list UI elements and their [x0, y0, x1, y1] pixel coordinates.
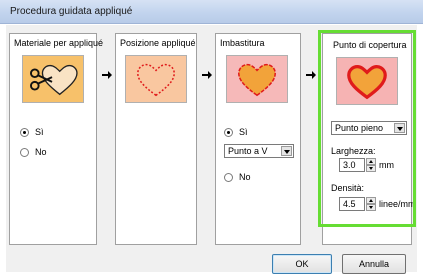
- arrow-right-icon: [306, 71, 316, 79]
- radio-dot: [20, 147, 29, 157]
- basting-radio-no-label: No: [239, 172, 251, 182]
- material-radio-no-label: No: [35, 147, 47, 157]
- arrow-right-icon: [102, 71, 112, 79]
- panel-position-title: Posizione appliqué: [120, 38, 196, 48]
- panel-basting: Imbastitura Sì Punto a V No: [215, 33, 301, 245]
- panel-material: Materiale per appliqué Sì No: [9, 33, 103, 245]
- basting-radio-no[interactable]: No: [224, 172, 251, 182]
- radio-dot: [224, 172, 233, 182]
- cancel-button[interactable]: Annulla: [342, 254, 406, 274]
- basting-stitch-select[interactable]: Punto a V: [224, 144, 294, 158]
- radio-dot: [20, 127, 29, 137]
- title-bar: Procedura guidata appliqué: [0, 0, 423, 24]
- dotted-heart-icon: [137, 63, 175, 97]
- panel-position: Posizione appliqué: [115, 33, 197, 245]
- basted-heart-icon: [238, 63, 276, 97]
- panel-basting-title: Imbastitura: [220, 38, 265, 48]
- basting-radio-yes-label: Sì: [239, 127, 248, 137]
- radio-dot: [224, 127, 233, 137]
- material-radio-yes[interactable]: Sì: [20, 127, 44, 137]
- chevron-down-icon[interactable]: [281, 146, 292, 156]
- basting-radio-yes[interactable]: Sì: [224, 127, 248, 137]
- material-radio-yes-label: Sì: [35, 127, 44, 137]
- panel-material-title: Materiale per appliqué: [14, 38, 104, 48]
- position-image: [125, 55, 187, 103]
- appliqué-wizard-window: Procedura guidata appliqué Materiale per…: [0, 0, 423, 278]
- dialog-body: Materiale per appliqué Sì No Posizione a…: [6, 25, 417, 274]
- ok-button[interactable]: OK: [272, 254, 332, 274]
- covering-highlight-frame: [318, 30, 416, 227]
- window-title: Procedura guidata appliqué: [10, 6, 133, 17]
- arrow-right-icon: [202, 71, 212, 79]
- basting-image: [226, 55, 288, 103]
- material-radio-no[interactable]: No: [20, 147, 47, 157]
- basting-stitch-select-value: Punto a V: [228, 146, 268, 156]
- material-image: [22, 55, 84, 103]
- scissors-heart-icon: [30, 64, 78, 96]
